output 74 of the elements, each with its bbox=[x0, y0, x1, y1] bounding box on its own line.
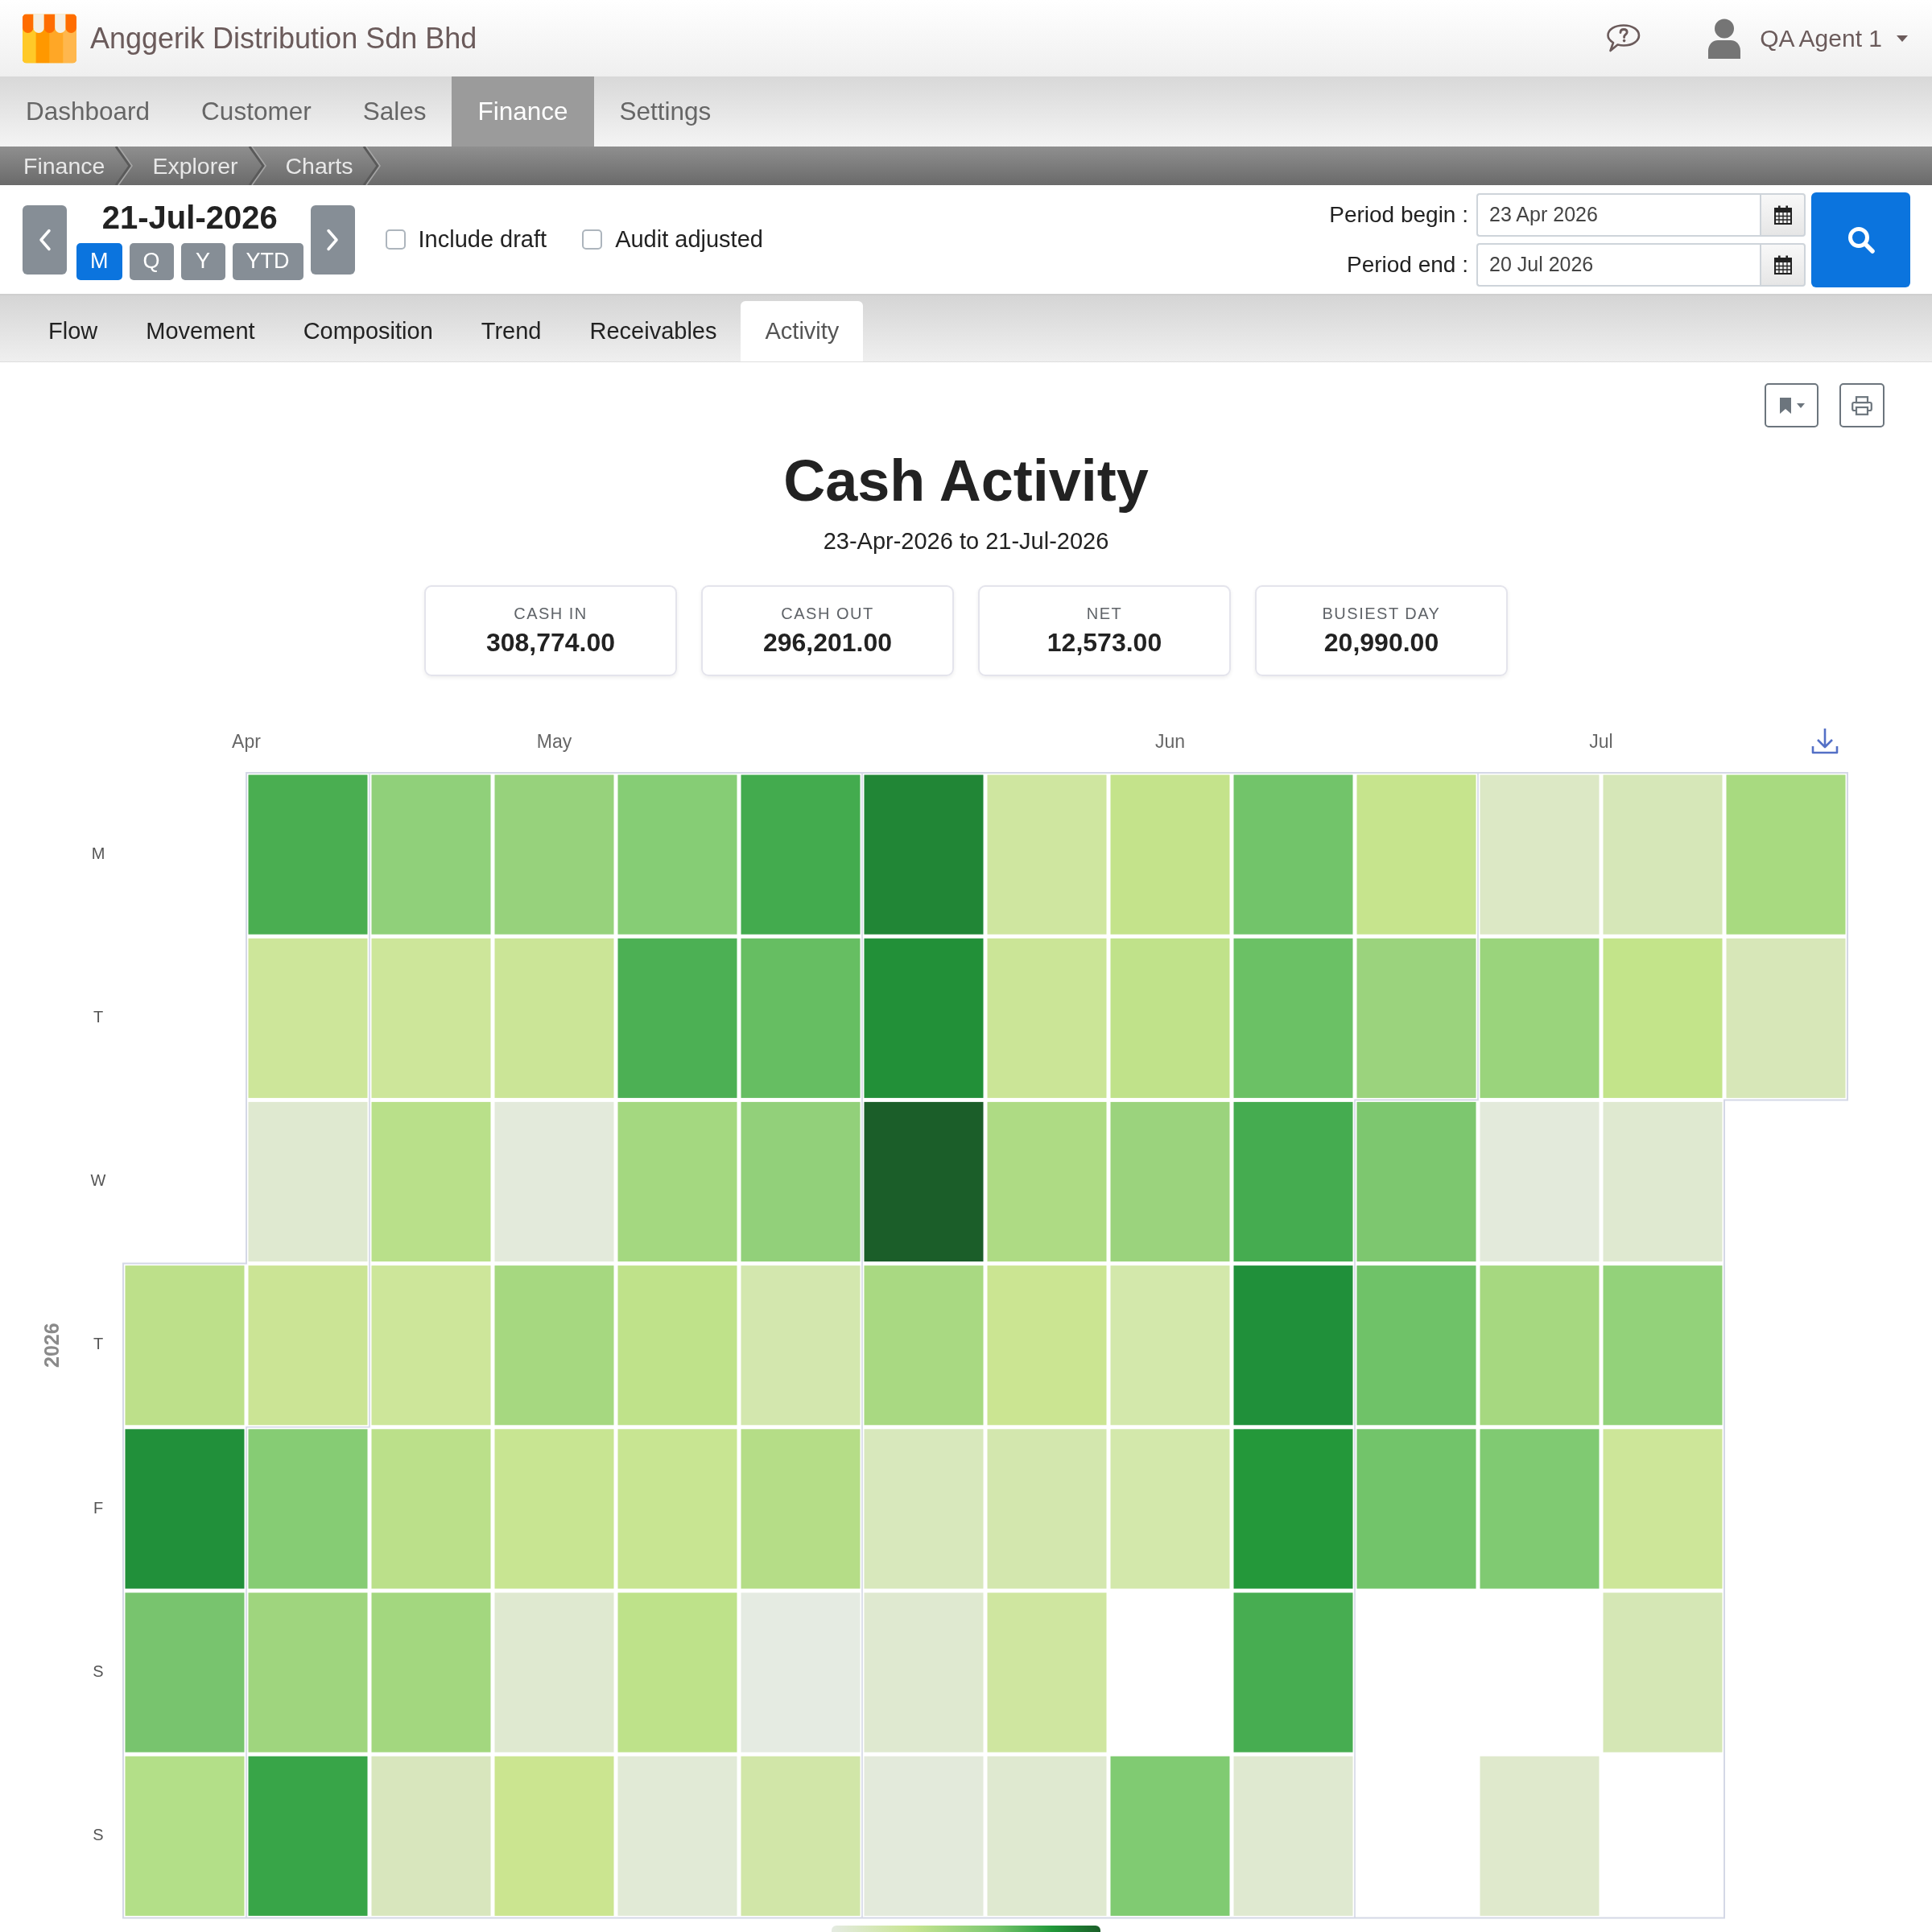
weekday-label: T bbox=[93, 1335, 104, 1353]
report-tab[interactable]: Composition bbox=[279, 301, 457, 361]
weekday-label: S bbox=[93, 1826, 104, 1844]
bookmark-menu-button[interactable] bbox=[1765, 383, 1818, 427]
date-input-field[interactable]: 23 Apr 2026 bbox=[1476, 192, 1760, 237]
calendar-icon bbox=[1773, 204, 1792, 225]
nav-tab[interactable]: Finance bbox=[452, 76, 594, 147]
card-value: 20,990.00 bbox=[1323, 627, 1439, 658]
report-title: Cash Activity bbox=[782, 448, 1150, 514]
year-label: 2026 bbox=[39, 1323, 63, 1368]
checkbox[interactable] bbox=[385, 229, 406, 250]
download-icon[interactable] bbox=[1811, 727, 1839, 754]
search-icon bbox=[1846, 225, 1876, 254]
chevron-separator-icon bbox=[247, 147, 267, 185]
user-avatar-icon bbox=[1707, 18, 1743, 59]
field-label: Period end : bbox=[1346, 251, 1469, 278]
report-tab[interactable]: Flow bbox=[24, 301, 122, 361]
field-label: Period begin : bbox=[1329, 201, 1469, 228]
period-button[interactable]: YTD bbox=[232, 242, 303, 280]
report-tab[interactable]: Trend bbox=[456, 301, 566, 361]
checkbox[interactable] bbox=[582, 229, 603, 250]
user-menu-button[interactable]: QA Agent 1 bbox=[1707, 18, 1908, 59]
card-value: 308,774.00 bbox=[485, 627, 616, 658]
breadcrumb-link[interactable]: Charts bbox=[285, 152, 353, 180]
report-tab[interactable]: Movement bbox=[122, 301, 279, 361]
checkbox-label[interactable]: Audit adjusted bbox=[615, 226, 763, 253]
storefront-logo-icon bbox=[23, 13, 76, 64]
next-button[interactable] bbox=[310, 204, 355, 275]
chevron-right-icon bbox=[326, 228, 339, 251]
bookmark-icon bbox=[1778, 396, 1792, 415]
printer-icon bbox=[1852, 395, 1872, 415]
report-tab[interactable]: Receivables bbox=[565, 301, 741, 361]
card-label: BUSIEST DAY bbox=[1322, 604, 1441, 623]
checkbox-label[interactable]: Include draft bbox=[418, 226, 547, 253]
search-button[interactable] bbox=[1811, 192, 1910, 287]
weekday-label: T bbox=[93, 1008, 104, 1026]
chevron-left-icon bbox=[38, 228, 52, 251]
calendar-icon bbox=[1773, 254, 1792, 275]
month-label: Apr bbox=[232, 731, 261, 753]
calendar-button[interactable] bbox=[1760, 192, 1806, 237]
period-button[interactable]: M bbox=[76, 242, 122, 280]
breadcrumb-link[interactable]: Explorer bbox=[152, 152, 238, 180]
weekday-label: S bbox=[93, 1662, 104, 1680]
nav-tab[interactable]: Settings bbox=[593, 76, 737, 147]
weekday-label: M bbox=[91, 844, 105, 862]
month-label: Jul bbox=[1589, 731, 1613, 753]
card-label: CASH IN bbox=[514, 604, 588, 623]
nav-tab[interactable]: Sales bbox=[336, 76, 452, 147]
date-input-field[interactable]: 20 Jul 2026 bbox=[1476, 242, 1760, 287]
report-date-range: 23-Apr-2026 to 21-Jul-2026 bbox=[822, 527, 1110, 555]
nav-tab[interactable]: Customer bbox=[175, 76, 337, 147]
caret-icon bbox=[1897, 35, 1908, 42]
month-label: Jun bbox=[1154, 731, 1186, 753]
card-label: CASH OUT bbox=[781, 604, 874, 623]
breadcrumb-link[interactable]: Finance bbox=[23, 152, 105, 180]
month-label: May bbox=[536, 731, 572, 753]
help-chat-icon[interactable] bbox=[1606, 23, 1641, 53]
period-button[interactable]: Y bbox=[180, 242, 225, 280]
calendar-button[interactable] bbox=[1760, 242, 1806, 287]
print-button[interactable] bbox=[1839, 383, 1885, 427]
previous-button[interactable] bbox=[23, 204, 67, 275]
weekday-label: W bbox=[90, 1171, 106, 1190]
period-button[interactable]: Q bbox=[129, 242, 174, 280]
nav-tab[interactable]: Dashboard bbox=[0, 76, 176, 147]
card-label: NET bbox=[1086, 604, 1123, 623]
caret-icon bbox=[1796, 402, 1805, 408]
card-value: 296,201.00 bbox=[762, 627, 893, 658]
current-date: 21-Jul-2026 bbox=[101, 199, 278, 235]
card-value: 12,573.00 bbox=[1046, 627, 1162, 658]
report-tab[interactable]: Activity bbox=[741, 301, 864, 361]
chevron-separator-icon bbox=[362, 147, 382, 185]
weekday-label: F bbox=[93, 1498, 104, 1517]
company-name: Anggerik Distribution Sdn Bhd bbox=[90, 21, 477, 56]
chevron-separator-icon bbox=[114, 147, 134, 185]
